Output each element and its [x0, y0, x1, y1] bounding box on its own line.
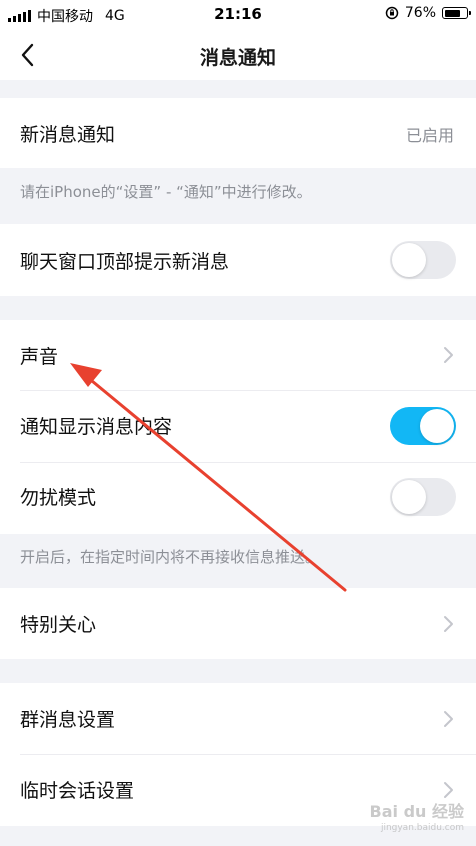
iphone-settings-hint: 请在iPhone的“设置” - “通知”中进行修改。: [20, 183, 312, 201]
show-content-toggle[interactable]: [390, 407, 456, 445]
status-bar: 中国移动 4G 21:16 76%: [0, 0, 476, 30]
top-banner-toggle[interactable]: [390, 241, 456, 279]
group-message-label: 群消息设置: [20, 709, 116, 731]
dnd-label: 勿扰模式: [20, 487, 97, 509]
dnd-row: 勿扰模式: [0, 463, 476, 534]
new-message-notification-row[interactable]: 新消息通知 已启用: [0, 98, 476, 168]
show-content-label: 通知显示消息内容: [20, 416, 173, 438]
new-message-label: 新消息通知: [20, 124, 116, 146]
rotation-lock-icon: [385, 6, 399, 20]
battery-percent: 76%: [404, 5, 436, 21]
navigation-bar: 消息通知: [0, 30, 476, 80]
baidu-jingyan-watermark: Bai du 经验 jingyan.baidu.com: [370, 804, 464, 836]
battery-icon: [442, 7, 471, 19]
group-message-settings-row[interactable]: 群消息设置: [0, 683, 476, 754]
temp-chat-label: 临时会话设置: [20, 780, 135, 802]
toggle-knob: [420, 409, 454, 443]
top-banner-label: 聊天窗口顶部提示新消息: [20, 251, 230, 273]
sound-row[interactable]: 声音: [0, 320, 476, 390]
chevron-right-icon: [444, 616, 453, 632]
sound-settings-group: 声音 通知显示消息内容 勿扰模式: [0, 320, 476, 534]
watermark-url: jingyan.baidu.com: [380, 823, 464, 833]
chevron-right-icon: [444, 711, 453, 727]
show-content-row: 通知显示消息内容: [0, 391, 476, 462]
dnd-toggle[interactable]: [390, 478, 456, 516]
special-care-row[interactable]: 特别关心: [0, 588, 476, 659]
special-care-label: 特别关心: [20, 614, 97, 636]
dnd-hint: 开启后，在指定时间内将不再接收信息推送。: [20, 548, 321, 566]
chevron-right-icon: [444, 347, 453, 363]
top-banner-row: 聊天窗口顶部提示新消息: [0, 224, 476, 296]
toggle-knob: [392, 480, 426, 514]
watermark-brand: Bai du 经验: [369, 802, 464, 821]
page-title: 消息通知: [199, 47, 276, 69]
sound-label: 声音: [20, 346, 59, 368]
status-right: 76%: [385, 5, 471, 21]
toggle-knob: [392, 243, 426, 277]
new-message-status: 已启用: [405, 126, 454, 145]
chevron-right-icon: [444, 782, 453, 798]
